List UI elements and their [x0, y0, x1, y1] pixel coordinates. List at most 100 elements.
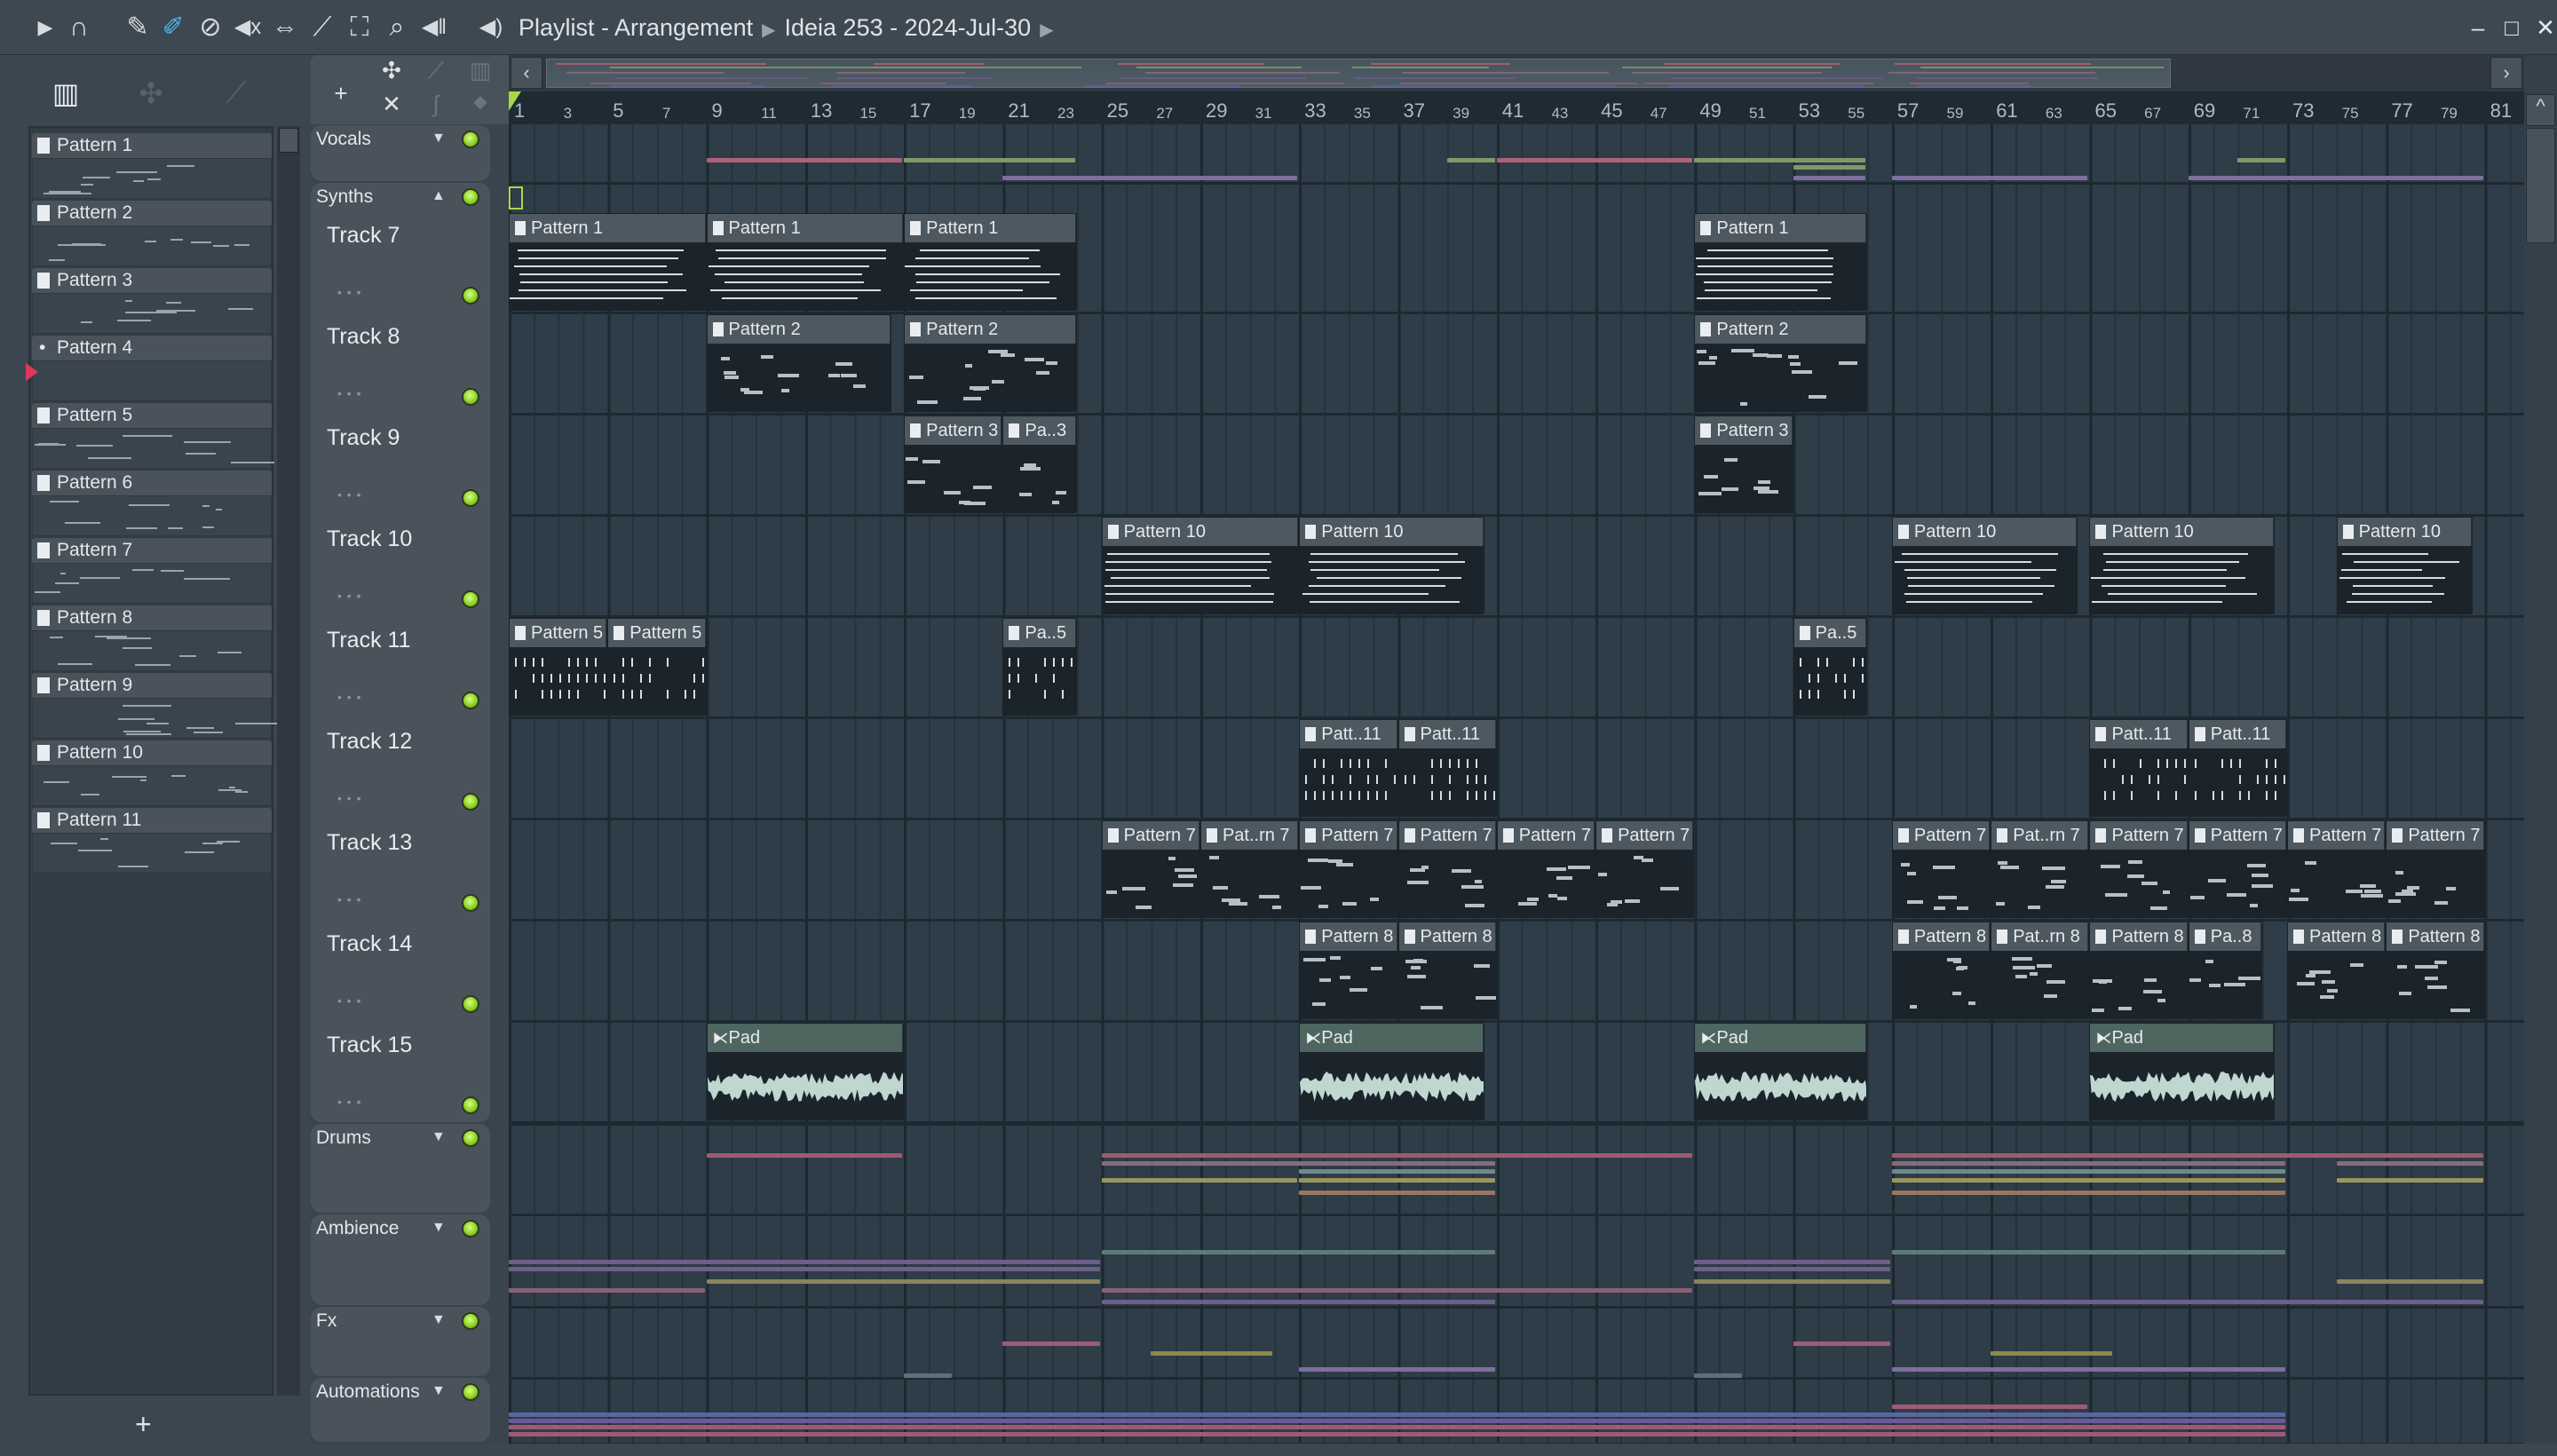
pattern-list-item[interactable]: Pattern 8	[32, 605, 272, 673]
track-options-icon[interactable]: • • •	[337, 993, 361, 1008]
play-icon[interactable]: ▶	[30, 12, 60, 43]
ruler-bar-number[interactable]: 49	[1699, 99, 1721, 123]
audio-clips-icon[interactable]: ✣	[376, 57, 407, 84]
track-name[interactable]: Track 14	[327, 931, 412, 957]
stretch-icon[interactable]: ◆	[465, 91, 495, 113]
mini-clip[interactable]	[509, 1260, 1100, 1264]
track-options-icon[interactable]: • • •	[337, 892, 361, 906]
mini-clip[interactable]	[1151, 1351, 1273, 1356]
track-enable-led[interactable]	[462, 1096, 479, 1114]
clip-header[interactable]: Pattern 8	[1892, 922, 1991, 951]
clip-header[interactable]: Pa..5	[1793, 619, 1867, 647]
track-name[interactable]: Track 11	[327, 628, 410, 653]
mini-clip[interactable]	[1891, 1300, 2483, 1304]
mini-clip[interactable]	[1891, 1250, 2286, 1254]
expand-triangle-icon[interactable]: ▼	[431, 1129, 446, 1145]
mini-clip[interactable]	[1299, 1191, 1495, 1195]
expand-triangle-icon[interactable]: ▼	[431, 1383, 446, 1399]
ruler-bar-number[interactable]: 7	[662, 105, 670, 123]
clip-header[interactable]: Pattern 7	[1892, 821, 1991, 850]
group-name[interactable]: Fx	[316, 1310, 336, 1332]
mini-clip[interactable]	[1793, 165, 1866, 170]
pattern-clip[interactable]: Pattern 2	[706, 314, 892, 412]
pattern-clip[interactable]: Pat..rn 7	[1991, 820, 2090, 918]
mini-clip[interactable]	[1891, 1161, 2286, 1166]
track-name[interactable]: Track 12	[327, 729, 412, 755]
pattern-clip[interactable]: Pattern 10	[1299, 517, 1484, 614]
maximize-button[interactable]: □	[2498, 14, 2525, 42]
expand-triangle-icon[interactable]: ▼	[431, 1220, 446, 1236]
mini-clip[interactable]	[1891, 1367, 2286, 1372]
clip-header[interactable]: Pat..rn 8	[1991, 922, 2089, 951]
ruler-bar-number[interactable]: 21	[1008, 99, 1029, 123]
group-enable-led[interactable]	[462, 188, 479, 206]
mini-clip[interactable]	[1891, 1169, 2286, 1174]
pattern-list-item[interactable]: Pattern 10	[32, 740, 272, 808]
pattern-clip[interactable]: Patt..11	[2188, 719, 2288, 817]
curve-icon[interactable]: ∫	[421, 91, 451, 118]
timeline-ruler[interactable]: 1 3 5 7 9 11 13 15 17 19 21 23 25 27 29 31 33 35 37 39 41 43 4…	[509, 91, 2524, 124]
pattern-clip[interactable]: Pat..rn 8	[1991, 922, 2090, 1019]
mini-clip[interactable]	[2188, 176, 2483, 180]
ruler-bar-number[interactable]: 39	[1453, 105, 1469, 123]
pattern-clip[interactable]: Pattern 5	[607, 618, 707, 716]
breadcrumb-arrow-icon[interactable]: ▶	[1040, 20, 1053, 40]
mini-clip[interactable]	[1793, 176, 1866, 180]
ruler-bar-number[interactable]: 73	[2292, 99, 2314, 123]
mini-clip[interactable]	[904, 1373, 952, 1378]
track-name[interactable]: Track 9	[327, 425, 400, 451]
pattern-clip[interactable]: Pattern 5	[509, 618, 608, 716]
pattern-list-item[interactable]: Pattern 3	[32, 268, 272, 336]
track-enable-led[interactable]	[462, 388, 479, 406]
group-name[interactable]: Synths	[316, 186, 373, 208]
delete-icon[interactable]: ⊘	[195, 12, 226, 43]
clip-header[interactable]: Pattern 7	[2189, 821, 2287, 850]
ruler-bar-number[interactable]: 41	[1502, 99, 1524, 123]
clip-header[interactable]: Pattern 3	[905, 416, 1002, 445]
slip-icon[interactable]: ⇔	[270, 12, 300, 43]
pattern-list-item[interactable]: • Pattern 4	[26, 336, 272, 403]
mini-clip[interactable]	[1891, 176, 2088, 180]
playlist-overview[interactable]: ‹ ›	[509, 55, 2524, 91]
pattern-list-item[interactable]: Pattern 5	[32, 403, 274, 471]
pattern-header[interactable]: Pattern 5	[32, 403, 272, 428]
ruler-bar-number[interactable]: 27	[1156, 105, 1173, 123]
clip-header[interactable]: Pattern 7	[2090, 821, 2188, 850]
pattern-clip[interactable]: Pattern 8	[2386, 922, 2485, 1019]
mini-clip[interactable]	[2336, 1161, 2483, 1166]
ruler-bar-number[interactable]: 25	[1107, 99, 1128, 123]
group-enable-led[interactable]	[462, 1383, 479, 1401]
pattern-clip[interactable]: Pattern 7	[1101, 820, 1200, 918]
mini-clip[interactable]	[2237, 158, 2286, 162]
group-enable-led[interactable]	[462, 131, 479, 148]
pattern-clip[interactable]: Pattern 1	[509, 213, 707, 311]
pattern-clip[interactable]: Pattern 2	[1694, 314, 1868, 412]
track-enable-led[interactable]	[462, 287, 479, 305]
clip-header[interactable]: Pattern 7	[2288, 821, 2386, 850]
group-enable-led[interactable]	[462, 1220, 479, 1238]
clip-header[interactable]: Pat..rn 7	[1200, 821, 1299, 850]
group-name[interactable]: Vocals	[316, 129, 371, 150]
track-enable-led[interactable]	[462, 995, 479, 1013]
ruler-bar-number[interactable]: 23	[1057, 105, 1074, 123]
mute-icon[interactable]: ◀x	[233, 12, 263, 43]
minimize-button[interactable]: –	[2465, 14, 2491, 42]
clip-header[interactable]: Pattern 2	[905, 315, 1076, 344]
pattern-clip[interactable]: Pattern 8	[2089, 922, 2189, 1019]
mini-clip[interactable]	[706, 1279, 1100, 1284]
track-options-icon[interactable]: • • •	[337, 386, 361, 400]
ruler-bar-number[interactable]: 5	[613, 99, 623, 123]
clip-header[interactable]: Pattern 7	[1300, 821, 1397, 850]
ruler-bar-number[interactable]: 63	[2046, 105, 2062, 123]
pattern-clip[interactable]: Pattern 8	[1397, 922, 1497, 1019]
clip-header[interactable]: Pattern 10	[1102, 518, 1299, 546]
ruler-bar-number[interactable]: 77	[2391, 99, 2412, 123]
pattern-clip[interactable]: Pattern 1	[706, 213, 905, 311]
mini-clip[interactable]	[1694, 1260, 1890, 1264]
track-enable-led[interactable]	[462, 692, 479, 709]
pattern-clip[interactable]: Pa..8	[2188, 922, 2263, 1019]
track-enable-led[interactable]	[462, 894, 479, 912]
track-enable-led[interactable]	[462, 489, 479, 507]
mini-clip[interactable]	[1299, 1169, 1495, 1174]
ruler-bar-number[interactable]: 15	[859, 105, 876, 123]
